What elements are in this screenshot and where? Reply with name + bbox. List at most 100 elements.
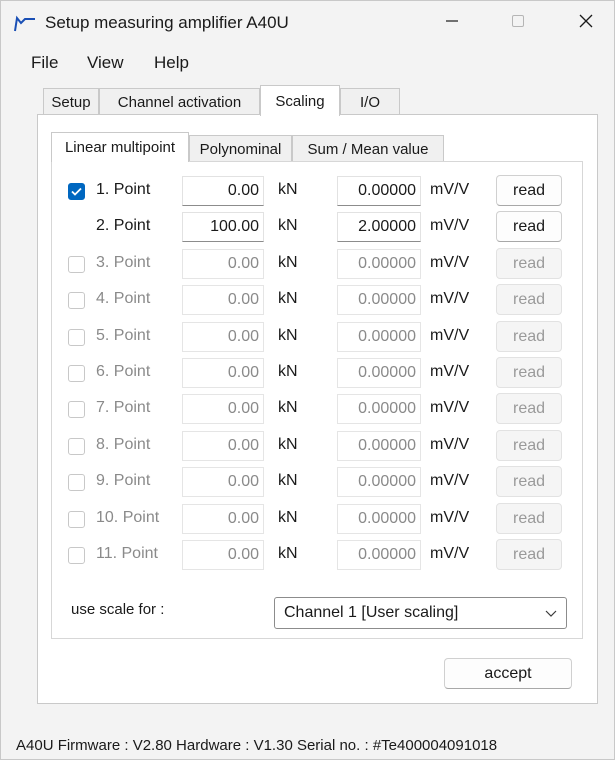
force-unit-label: kN bbox=[278, 545, 298, 562]
signal-unit-label: mV/V bbox=[430, 254, 470, 271]
menu-bar: File View Help bbox=[1, 49, 614, 79]
force-unit-label: kN bbox=[278, 472, 298, 489]
read-button[interactable]: read bbox=[496, 466, 562, 497]
app-logo-icon bbox=[13, 15, 37, 33]
point-label: 4. Point bbox=[96, 290, 151, 307]
force-value-input[interactable]: 0.00 bbox=[182, 467, 264, 497]
point-label: 10. Point bbox=[96, 509, 160, 526]
signal-value-input[interactable]: 0.00000 bbox=[337, 431, 421, 461]
force-value-input[interactable]: 100.00 bbox=[182, 212, 264, 242]
force-unit-label: kN bbox=[278, 217, 298, 234]
maximize-button[interactable] bbox=[495, 1, 541, 41]
point-label: 2. Point bbox=[96, 217, 151, 234]
point-row: 10. Point 0.00 kN 0.00000 mV/V read bbox=[52, 503, 584, 535]
point-checkbox[interactable] bbox=[68, 256, 85, 273]
point-label: 9. Point bbox=[96, 472, 151, 489]
signal-value-input[interactable]: 0.00000 bbox=[337, 504, 421, 534]
point-row: 1. Point 0.00 kN 0.00000 mV/V read bbox=[52, 175, 584, 207]
force-value-input[interactable]: 0.00 bbox=[182, 394, 264, 424]
point-checkbox[interactable] bbox=[68, 292, 85, 309]
point-label: 1. Point bbox=[96, 181, 151, 198]
force-value-input[interactable]: 0.00 bbox=[182, 504, 264, 534]
tab-polynominal[interactable]: Polynominal bbox=[189, 135, 292, 162]
point-checkbox[interactable] bbox=[68, 547, 85, 564]
tab-io[interactable]: I/O bbox=[340, 88, 400, 116]
checkmark-icon bbox=[71, 187, 82, 196]
signal-unit-label: mV/V bbox=[430, 181, 470, 198]
read-button[interactable]: read bbox=[496, 393, 562, 424]
point-label: 7. Point bbox=[96, 399, 151, 416]
signal-value-input[interactable]: 0.00000 bbox=[337, 322, 421, 352]
point-row: 6. Point 0.00 kN 0.00000 mV/V read bbox=[52, 357, 584, 389]
accept-button[interactable]: accept bbox=[444, 658, 572, 689]
force-value-input[interactable]: 0.00 bbox=[182, 322, 264, 352]
tab-linear-multipoint[interactable]: Linear multipoint bbox=[51, 132, 189, 162]
force-value-input[interactable]: 0.00 bbox=[182, 285, 264, 315]
use-scale-label: use scale for : bbox=[71, 601, 165, 618]
tab-channel-activation[interactable]: Channel activation bbox=[99, 88, 260, 116]
tab-scaling[interactable]: Scaling bbox=[260, 85, 340, 116]
force-unit-label: kN bbox=[278, 399, 298, 416]
force-unit-label: kN bbox=[278, 327, 298, 344]
point-checkbox[interactable] bbox=[68, 183, 85, 200]
point-row: 7. Point 0.00 kN 0.00000 mV/V read bbox=[52, 393, 584, 425]
signal-value-input[interactable]: 0.00000 bbox=[337, 285, 421, 315]
signal-value-input[interactable]: 0.00000 bbox=[337, 249, 421, 279]
point-checkbox[interactable] bbox=[68, 511, 85, 528]
signal-unit-label: mV/V bbox=[430, 327, 470, 344]
read-button[interactable]: read bbox=[496, 430, 562, 461]
linear-multipoint-panel: 1. Point 0.00 kN 0.00000 mV/V read 2. Point 100… bbox=[51, 161, 583, 639]
point-checkbox[interactable] bbox=[68, 438, 85, 455]
point-row: 8. Point 0.00 kN 0.00000 mV/V read bbox=[52, 430, 584, 462]
signal-value-input[interactable]: 2.00000 bbox=[337, 212, 421, 242]
point-checkbox[interactable] bbox=[68, 401, 85, 418]
maximize-icon bbox=[512, 15, 524, 27]
force-value-input[interactable]: 0.00 bbox=[182, 176, 264, 206]
menu-view[interactable]: View bbox=[87, 53, 124, 73]
read-button[interactable]: read bbox=[496, 539, 562, 570]
point-row: 11. Point 0.00 kN 0.00000 mV/V read bbox=[52, 539, 584, 571]
read-button[interactable]: read bbox=[496, 321, 562, 352]
point-label: 6. Point bbox=[96, 363, 151, 380]
force-unit-label: kN bbox=[278, 254, 298, 271]
point-row: 4. Point 0.00 kN 0.00000 mV/V read bbox=[52, 284, 584, 316]
force-value-input[interactable]: 0.00 bbox=[182, 249, 264, 279]
scale-channel-select[interactable]: Channel 1 [User scaling] bbox=[274, 597, 567, 629]
read-button[interactable]: read bbox=[496, 211, 562, 242]
title-bar: Setup measuring amplifier A40U bbox=[1, 1, 614, 47]
status-bar: A40U Firmware : V2.80 Hardware : V1.30 S… bbox=[16, 737, 498, 754]
point-row: 2. Point 100.00 kN 2.00000 mV/V read bbox=[52, 211, 584, 243]
menu-help[interactable]: Help bbox=[154, 53, 189, 73]
signal-value-input[interactable]: 0.00000 bbox=[337, 358, 421, 388]
read-button[interactable]: read bbox=[496, 357, 562, 388]
force-value-input[interactable]: 0.00 bbox=[182, 540, 264, 570]
read-button[interactable]: read bbox=[496, 175, 562, 206]
point-checkbox[interactable] bbox=[68, 329, 85, 346]
signal-unit-label: mV/V bbox=[430, 217, 470, 234]
signal-value-input[interactable]: 0.00000 bbox=[337, 176, 421, 206]
read-button[interactable]: read bbox=[496, 284, 562, 315]
force-value-input[interactable]: 0.00 bbox=[182, 431, 264, 461]
window-title: Setup measuring amplifier A40U bbox=[45, 13, 289, 32]
menu-file[interactable]: File bbox=[31, 53, 58, 73]
signal-value-input[interactable]: 0.00000 bbox=[337, 467, 421, 497]
force-unit-label: kN bbox=[278, 436, 298, 453]
read-button[interactable]: read bbox=[496, 248, 562, 279]
point-label: 11. Point bbox=[96, 545, 158, 562]
minimize-button[interactable] bbox=[429, 1, 475, 41]
signal-value-input[interactable]: 0.00000 bbox=[337, 540, 421, 570]
force-unit-label: kN bbox=[278, 363, 298, 380]
tab-sum-mean-value[interactable]: Sum / Mean value bbox=[292, 135, 444, 162]
tab-setup[interactable]: Setup bbox=[43, 88, 99, 116]
read-button[interactable]: read bbox=[496, 503, 562, 534]
point-label: 5. Point bbox=[96, 327, 151, 344]
signal-unit-label: mV/V bbox=[430, 509, 470, 526]
force-value-input[interactable]: 0.00 bbox=[182, 358, 264, 388]
close-button[interactable] bbox=[563, 1, 609, 41]
point-label: 8. Point bbox=[96, 436, 151, 453]
force-unit-label: kN bbox=[278, 181, 298, 198]
signal-value-input[interactable]: 0.00000 bbox=[337, 394, 421, 424]
point-checkbox[interactable] bbox=[68, 474, 85, 491]
point-checkbox[interactable] bbox=[68, 365, 85, 382]
minimize-icon bbox=[446, 20, 458, 22]
